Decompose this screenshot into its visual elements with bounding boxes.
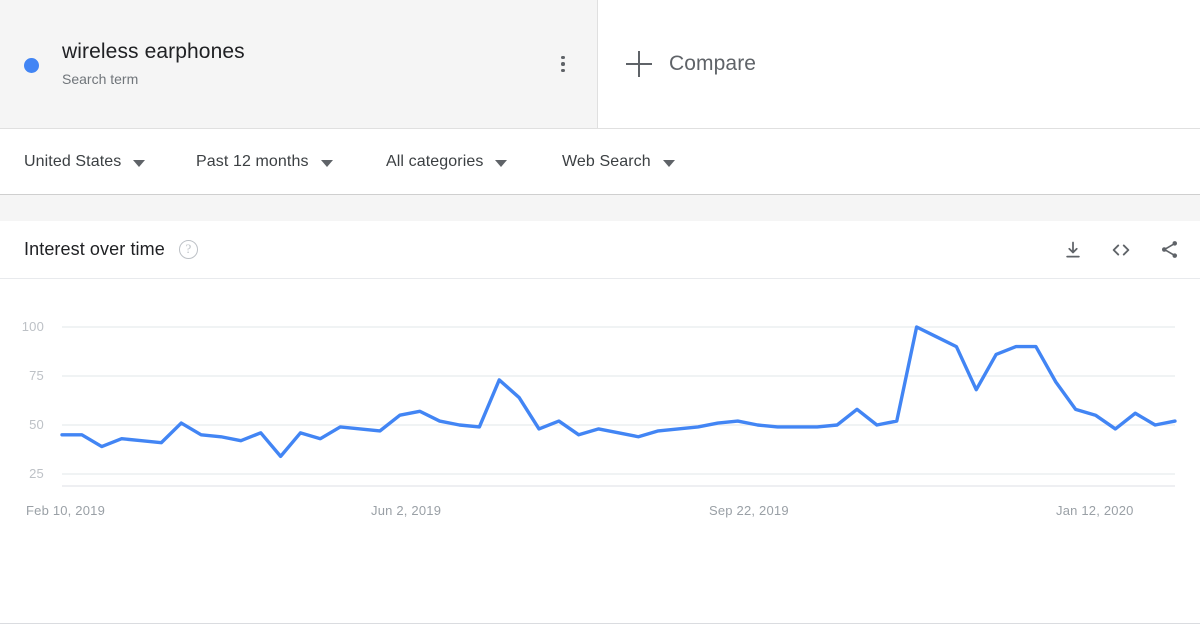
add-compare-button[interactable]: Compare xyxy=(598,0,1200,128)
term-color-dot xyxy=(24,57,39,73)
filter-bar: United States Past 12 months All categor… xyxy=(0,129,1200,195)
interest-over-time-card: Interest over time ? 100 75 50 25 Feb 10… xyxy=(0,221,1200,624)
trends-line-chart[interactable] xyxy=(0,279,1200,623)
kebab-dot xyxy=(561,68,565,73)
term-text-block: wireless earphones Search term xyxy=(62,39,245,89)
kebab-dot xyxy=(561,62,565,66)
filter-search-type-label: Web Search xyxy=(562,152,651,170)
google-trends-page: wireless earphones Search term Compare U… xyxy=(0,0,1200,633)
filter-category[interactable]: All categories xyxy=(386,129,562,194)
chevron-down-icon xyxy=(133,159,146,167)
chevron-down-icon xyxy=(662,159,675,167)
question-mark-icon[interactable]: ? xyxy=(178,240,198,259)
x-axis-tick: Jun 2, 2019 xyxy=(371,503,442,518)
x-axis-tick: Feb 10, 2019 xyxy=(26,503,106,518)
kebab-menu-icon[interactable] xyxy=(549,50,577,78)
chart-plot-area: 100 75 50 25 Feb 10, 2019 Jun 2, 2019 Se… xyxy=(0,279,1200,623)
chart-header: Interest over time ? xyxy=(0,221,1200,279)
filter-time-range-label: Past 12 months xyxy=(196,152,309,170)
search-terms-row: wireless earphones Search term Compare xyxy=(0,0,1200,129)
filter-search-type[interactable]: Web Search xyxy=(562,129,675,194)
chart-title: Interest over time xyxy=(24,239,165,259)
chevron-down-icon xyxy=(495,159,508,167)
download-icon[interactable] xyxy=(1060,237,1086,263)
chart-actions xyxy=(1060,237,1182,263)
plus-icon xyxy=(626,51,652,77)
y-axis-tick: 50 xyxy=(29,417,44,432)
search-term-type: Search term xyxy=(62,71,139,87)
search-term-card[interactable]: wireless earphones Search term xyxy=(0,0,598,128)
filter-category-label: All categories xyxy=(386,152,484,170)
filter-time-range[interactable]: Past 12 months xyxy=(196,129,386,194)
x-axis-tick: Sep 22, 2019 xyxy=(709,503,789,518)
chevron-down-icon xyxy=(320,159,333,167)
kebab-dot xyxy=(561,55,565,60)
filter-location-label: United States xyxy=(24,152,122,170)
trend-line-path xyxy=(60,325,1177,459)
y-axis-tick: 25 xyxy=(29,466,44,481)
y-axis-tick: 75 xyxy=(29,368,44,383)
y-axis-tick: 100 xyxy=(21,319,44,334)
x-axis-tick: Jan 12, 2020 xyxy=(1056,503,1134,518)
compare-label: Compare xyxy=(669,52,757,75)
search-term-label: wireless earphones xyxy=(62,40,245,63)
embed-code-icon[interactable] xyxy=(1108,237,1134,263)
share-icon[interactable] xyxy=(1156,237,1182,263)
filter-location[interactable]: United States xyxy=(24,129,196,194)
section-separator-band xyxy=(0,195,1200,221)
